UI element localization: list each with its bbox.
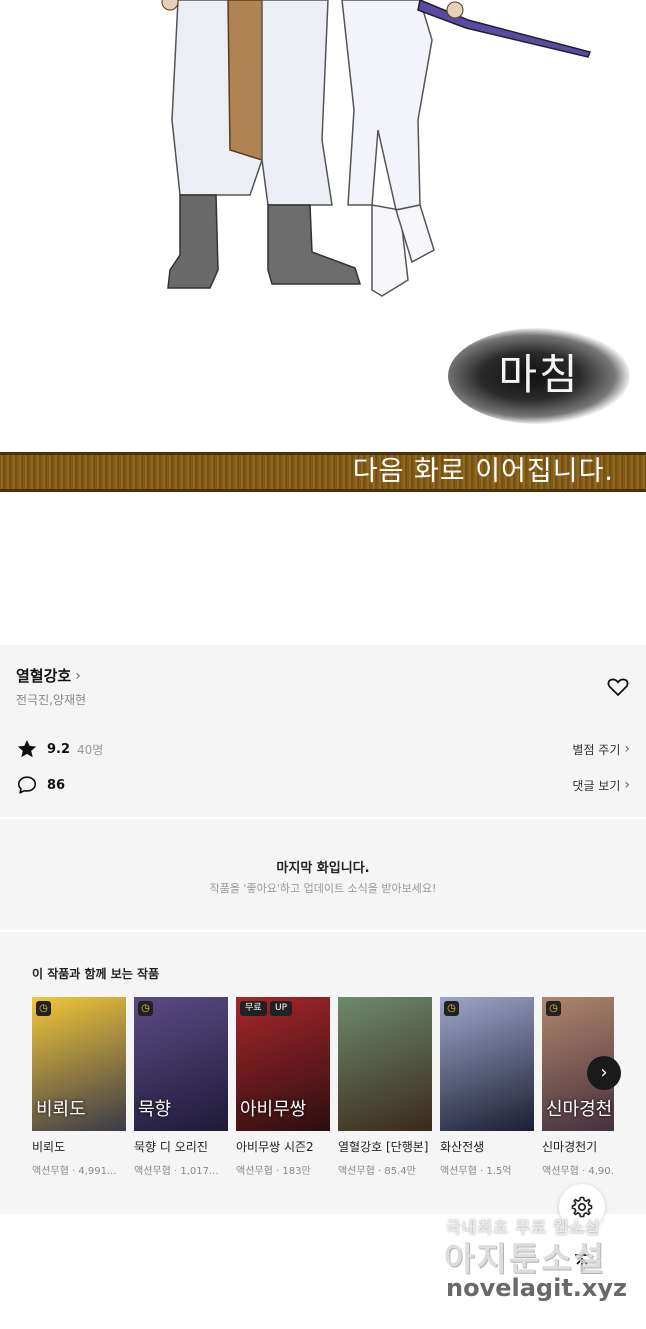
viewer-page: 마침 다음 화로 이어집니다. 열혈강호 › 전극진,양재현 9.2 40명 별… — [0, 0, 646, 1329]
notice-title: 마지막 화입니다. — [276, 861, 370, 876]
recommendation-card[interactable]: ◷ 화산전생액션무협 · 1.5억 — [440, 997, 534, 1177]
recommendation-title: 묵향 디 오리진 — [134, 1140, 208, 1154]
last-episode-notice: 마지막 화입니다. 작품을 '좋아요'하고 업데이트 소식을 받아보세요! — [0, 819, 646, 930]
clock-icon: ◷ — [444, 1001, 459, 1016]
comment-count: 86 — [47, 777, 66, 793]
view-comments-label: 댓글 보기 — [572, 778, 621, 793]
arrow-up-icon — [575, 1254, 589, 1272]
recommendations-carousel: ◷ 비뢰도 비뢰도 액션무협 · 4,991... ◷ 묵향 묵향 디 오리진 액션무협 · … — [32, 997, 614, 1207]
separator-dot: · — [578, 1166, 589, 1177]
recommendation-meta: 액션무협 · 4,90... — [542, 1162, 614, 1177]
comic-artwork — [161, 0, 592, 297]
recommendation-views: 1,017... — [180, 1166, 219, 1177]
recommendation-card[interactable]: 무료 UP 아비무쌍아비무쌍 시즌2 액션무협 · 183만 — [236, 997, 330, 1177]
to-be-continued-banner: 다음 화로 이어집니다. — [0, 452, 646, 492]
view-comments-button[interactable]: 댓글 보기 › — [572, 777, 630, 794]
comic-panel: 마침 다음 화로 이어집니다. — [0, 0, 646, 645]
recommendation-views: 85.4만 — [384, 1166, 416, 1177]
recommendation-views: 4,991... — [78, 1166, 117, 1177]
comment-icon — [17, 776, 37, 794]
recommendations-section: 이 작품과 함께 보는 작품 ◷ 비뢰도 비뢰도 액션무협 · 4,991... ◷ 묵향… — [0, 932, 646, 1214]
comment-row: 86 댓글 보기 › — [16, 774, 630, 796]
recommendation-genre: 액션무협 — [542, 1166, 579, 1177]
cover-title: 아비무쌍 — [240, 1099, 307, 1120]
separator-dot: · — [476, 1166, 487, 1177]
cover-badge: UP — [270, 1001, 293, 1016]
to-be-continued-text: 다음 화로 이어집니다. — [352, 456, 614, 487]
recommendation-meta: 액션무협 · 1,017... — [134, 1162, 228, 1177]
separator-dot: · — [170, 1166, 181, 1177]
recommendation-meta: 액션무협 · 183만 — [236, 1162, 330, 1177]
series-authors: 전극진,양재현 — [16, 693, 87, 707]
chevron-right-icon: › — [600, 1062, 608, 1083]
rate-button-label: 별점 주기 — [572, 742, 621, 757]
cover-title: 신마경천 — [546, 1099, 613, 1120]
recommendation-title: 화산전생 — [440, 1140, 485, 1154]
recommendation-genre: 액션무협 — [338, 1166, 375, 1177]
recommendation-meta: 액션무협 · 4,991... — [32, 1162, 126, 1177]
clock-icon: ◷ — [546, 1001, 561, 1016]
recommendation-cover: 무료 UP 아비무쌍 — [236, 997, 330, 1131]
star-icon — [17, 739, 37, 758]
watermark: 국내최초 무료 웹소설 아지툰소설 novelagit.xyz — [440, 1212, 640, 1312]
ending-label: 마침 — [498, 350, 580, 399]
recommendation-views: 4,90... — [588, 1166, 614, 1177]
scroll-top-button[interactable] — [567, 1248, 597, 1278]
recommendation-cover: ◷ — [440, 997, 534, 1131]
series-title-link[interactable]: 열혈강호 › — [16, 665, 81, 686]
clock-icon: ◷ — [36, 1001, 51, 1016]
recommendation-meta: 액션무협 · 1.5억 — [440, 1162, 534, 1177]
recommendations-heading: 이 작품과 함께 보는 작품 — [32, 967, 160, 981]
recommendation-genre: 액션무협 — [32, 1166, 69, 1177]
gear-icon — [571, 1196, 593, 1218]
separator-dot: · — [68, 1166, 79, 1177]
separator-dot: · — [272, 1166, 283, 1177]
rating-row: 9.2 40명 별점 주기 › — [16, 738, 630, 760]
settings-button[interactable] — [559, 1184, 605, 1230]
recommendation-views: 183만 — [282, 1166, 311, 1177]
rating-count: 40명 — [77, 742, 104, 757]
carousel-next-button[interactable]: › — [587, 1056, 621, 1090]
recommendation-title: 열혈강호 [단행본] — [338, 1140, 429, 1154]
rate-button[interactable]: 별점 주기 › — [572, 741, 630, 758]
heart-icon[interactable] — [606, 675, 630, 699]
recommendation-genre: 액션무협 — [236, 1166, 273, 1177]
recommendation-cover — [338, 997, 432, 1131]
cover-title: 비뢰도 — [36, 1099, 86, 1120]
watermark-url: novelagit.xyz — [446, 1274, 628, 1302]
recommendation-views: 1.5억 — [486, 1166, 512, 1177]
recommendation-card[interactable]: ◷ 비뢰도 비뢰도 액션무협 · 4,991... — [32, 997, 126, 1177]
chevron-right-icon: › — [624, 777, 630, 793]
recommendation-card[interactable]: ◷ 묵향묵향 디 오리진액션무협 · 1,017... — [134, 997, 228, 1177]
recommendation-title: 아비무쌍 시즌2 — [236, 1140, 314, 1154]
cover-title: 묵향 — [138, 1099, 172, 1120]
recommendation-card[interactable]: 열혈강호 [단행본] 액션무협 · 85.4만 — [338, 997, 432, 1177]
recommendation-title: 비뢰도 — [32, 1140, 66, 1154]
chevron-right-icon: › — [624, 741, 630, 757]
rating-value: 9.2 — [47, 741, 71, 757]
recommendation-genre: 액션무협 — [440, 1166, 477, 1177]
chevron-right-icon: › — [75, 667, 81, 684]
recommendation-meta: 액션무협 · 85.4만 — [338, 1162, 432, 1177]
recommendation-cover: ◷ 비뢰도 — [32, 997, 126, 1131]
clock-icon: ◷ — [138, 1001, 153, 1016]
separator-dot: · — [374, 1166, 385, 1177]
cover-badge: 무료 — [240, 1001, 267, 1016]
recommendation-title: 신마경천기 — [542, 1140, 598, 1154]
series-title: 열혈강호 — [16, 667, 72, 685]
recommendation-cover: ◷ 묵향 — [134, 997, 228, 1131]
notice-subtitle: 작품을 '좋아요'하고 업데이트 소식을 받아보세요! — [209, 882, 437, 895]
series-info-card: 열혈강호 › 전극진,양재현 9.2 40명 별점 주기 › 86 댓글 보기 — [0, 645, 646, 817]
recommendation-genre: 액션무협 — [134, 1166, 171, 1177]
